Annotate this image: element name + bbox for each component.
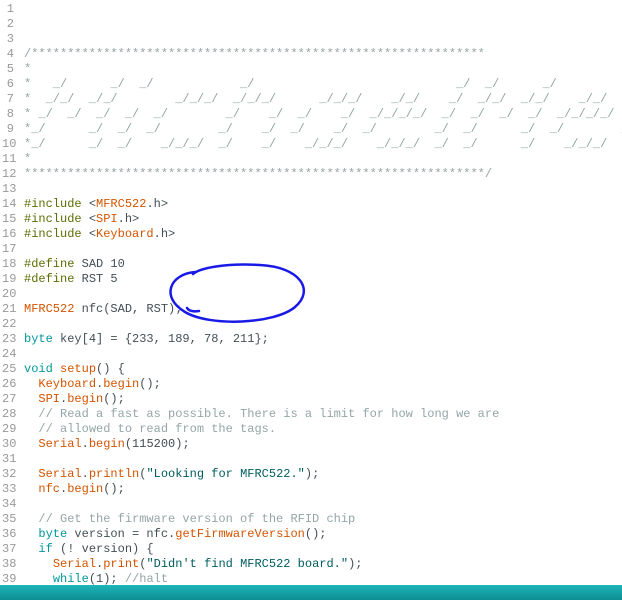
code-line[interactable]: nfc.begin();	[24, 482, 622, 497]
code-line[interactable]: #define RST 5	[24, 272, 622, 287]
code-editor[interactable]: 1234567891011121314151617181920212223242…	[0, 0, 622, 585]
line-number: 23	[2, 332, 14, 347]
line-number: 31	[2, 452, 14, 467]
code-line[interactable]: byte key[4] = {233, 189, 78, 211};	[24, 332, 622, 347]
line-number: 12	[2, 167, 14, 182]
line-number: 20	[2, 287, 14, 302]
line-number: 21	[2, 302, 14, 317]
code-line[interactable]	[24, 242, 622, 257]
line-number: 35	[2, 512, 14, 527]
code-line[interactable]: * _/ _/ _/ _/ _/ _/ _/ _/ _/ _/_/_/_/ _/…	[24, 107, 622, 122]
line-number: 7	[2, 92, 14, 107]
line-number: 17	[2, 242, 14, 257]
line-number: 11	[2, 152, 14, 167]
line-number: 26	[2, 377, 14, 392]
code-line[interactable]: while(1); //halt	[24, 572, 622, 585]
code-line[interactable]: #include <Keyboard.h>	[24, 227, 622, 242]
line-number: 6	[2, 77, 14, 92]
line-number: 37	[2, 542, 14, 557]
line-number: 9	[2, 122, 14, 137]
line-number: 39	[2, 572, 14, 585]
code-line[interactable]	[24, 452, 622, 467]
line-number: 10	[2, 137, 14, 152]
line-number: 32	[2, 467, 14, 482]
code-line[interactable]: // Get the firmware version of the RFID …	[24, 512, 622, 527]
line-number: 24	[2, 347, 14, 362]
code-line[interactable]: #include <MFRC522.h>	[24, 197, 622, 212]
line-number: 8	[2, 107, 14, 122]
line-number: 29	[2, 422, 14, 437]
line-number: 5	[2, 62, 14, 77]
code-line[interactable]: if (! version) {	[24, 542, 622, 557]
code-line[interactable]: *	[24, 62, 622, 77]
code-line[interactable]	[24, 317, 622, 332]
line-number: 30	[2, 437, 14, 452]
line-number: 16	[2, 227, 14, 242]
code-line[interactable]: Serial.begin(115200);	[24, 437, 622, 452]
code-line[interactable]	[24, 497, 622, 512]
line-number: 34	[2, 497, 14, 512]
code-line[interactable]	[24, 182, 622, 197]
code-line[interactable]: * _/ _/ _/ _/ _/ _/ _/ _/ _/	[24, 77, 622, 92]
line-number: 28	[2, 407, 14, 422]
code-line[interactable]: #include <SPI.h>	[24, 212, 622, 227]
line-number: 13	[2, 182, 14, 197]
code-line[interactable]: *_/ _/ _/ _/_/_/ _/ _/ _/_/_/ _/_/_/ _/ …	[24, 137, 622, 152]
line-number: 22	[2, 317, 14, 332]
line-number: 2	[2, 17, 14, 32]
code-line[interactable]: byte version = nfc.getFirmwareVersion();	[24, 527, 622, 542]
code-line[interactable]: *_/ _/ _/ _/ _/ _/ _/ _/ _/ _/ _/ _/ _/ …	[24, 122, 622, 137]
code-line[interactable]	[24, 347, 622, 362]
code-line[interactable]: Keyboard.begin();	[24, 377, 622, 392]
code-line[interactable]	[24, 287, 622, 302]
code-line[interactable]: // allowed to read from the tags.	[24, 422, 622, 437]
line-number: 36	[2, 527, 14, 542]
code-line[interactable]: *	[24, 152, 622, 167]
line-number: 19	[2, 272, 14, 287]
code-line[interactable]: ****************************************…	[24, 167, 622, 182]
line-number: 3	[2, 32, 14, 47]
line-number-gutter: 1234567891011121314151617181920212223242…	[0, 0, 20, 585]
code-line[interactable]: #define SAD 10	[24, 257, 622, 272]
code-line[interactable]: Serial.println("Looking for MFRC522.");	[24, 467, 622, 482]
line-number: 25	[2, 362, 14, 377]
code-area[interactable]: /***************************************…	[20, 0, 622, 585]
code-line[interactable]: SPI.begin();	[24, 392, 622, 407]
line-number: 27	[2, 392, 14, 407]
code-line[interactable]: Serial.print("Didn't find MFRC522 board.…	[24, 557, 622, 572]
line-number: 15	[2, 212, 14, 227]
line-number: 18	[2, 257, 14, 272]
code-line[interactable]: MFRC522 nfc(SAD, RST);	[24, 302, 622, 317]
line-number: 14	[2, 197, 14, 212]
code-line[interactable]: // Read a fast as possible. There is a l…	[24, 407, 622, 422]
code-line[interactable]: void setup() {	[24, 362, 622, 377]
code-line[interactable]: /***************************************…	[24, 47, 622, 62]
line-number: 1	[2, 2, 14, 17]
status-bar	[0, 585, 622, 600]
line-number: 38	[2, 557, 14, 572]
line-number: 4	[2, 47, 14, 62]
code-line[interactable]: * _/_/ _/_/ _/_/_/ _/_/_/ _/_/_/ _/_/ _/…	[24, 92, 622, 107]
line-number: 33	[2, 482, 14, 497]
